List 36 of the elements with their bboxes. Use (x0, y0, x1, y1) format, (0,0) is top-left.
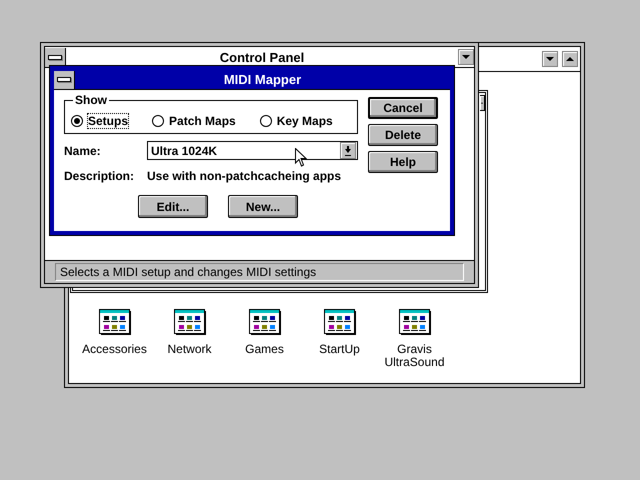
system-menu-button[interactable] (45, 48, 66, 66)
field-label: Description: (64, 169, 136, 183)
program-group-icon[interactable] (174, 309, 206, 335)
dialog-button[interactable]: New... (228, 195, 298, 218)
dialog-button[interactable]: Delete (368, 124, 438, 146)
program-group-label[interactable]: Games (245, 343, 284, 356)
dialog-button[interactable]: Cancel (368, 97, 438, 119)
program-group-icon[interactable] (324, 309, 356, 335)
description-text: Use with non-patchcacheing apps (147, 169, 342, 183)
program-group-label[interactable]: Gravis UltraSound (377, 343, 452, 369)
group-label: Show (73, 93, 109, 107)
dialog-button[interactable]: Edit... (138, 195, 208, 218)
radio-label[interactable]: Patch Maps (169, 114, 236, 128)
program-group-label[interactable]: Network (167, 343, 212, 356)
scroll-up-button[interactable] (480, 95, 485, 111)
program-group-label[interactable]: Accessories (82, 343, 147, 356)
pointer-icon (295, 148, 307, 168)
minimize-button[interactable] (458, 49, 474, 65)
field-label: Name: (64, 144, 102, 158)
radio-button[interactable] (152, 115, 164, 127)
program-group-label[interactable]: StartUp (319, 343, 360, 356)
radio-label[interactable]: Setups (88, 114, 128, 128)
dialog-button[interactable]: Help (368, 151, 438, 173)
dialog-title: MIDI Mapper (222, 72, 302, 87)
radio-label[interactable]: Key Maps (276, 114, 333, 128)
program-group-icon[interactable] (98, 309, 130, 335)
minimize-button[interactable] (542, 51, 558, 67)
system-menu-button[interactable] (54, 70, 75, 88)
maximize-button[interactable] (562, 51, 578, 67)
status-bar: Selects a MIDI setup and changes MIDI settings (55, 263, 464, 281)
down-arrow-icon (343, 144, 353, 156)
program-group-icon[interactable] (398, 309, 430, 335)
radio-button[interactable] (71, 115, 83, 127)
window-title: Control Panel (218, 50, 306, 64)
program-group-icon[interactable] (248, 309, 280, 335)
radio-button[interactable] (260, 115, 272, 127)
